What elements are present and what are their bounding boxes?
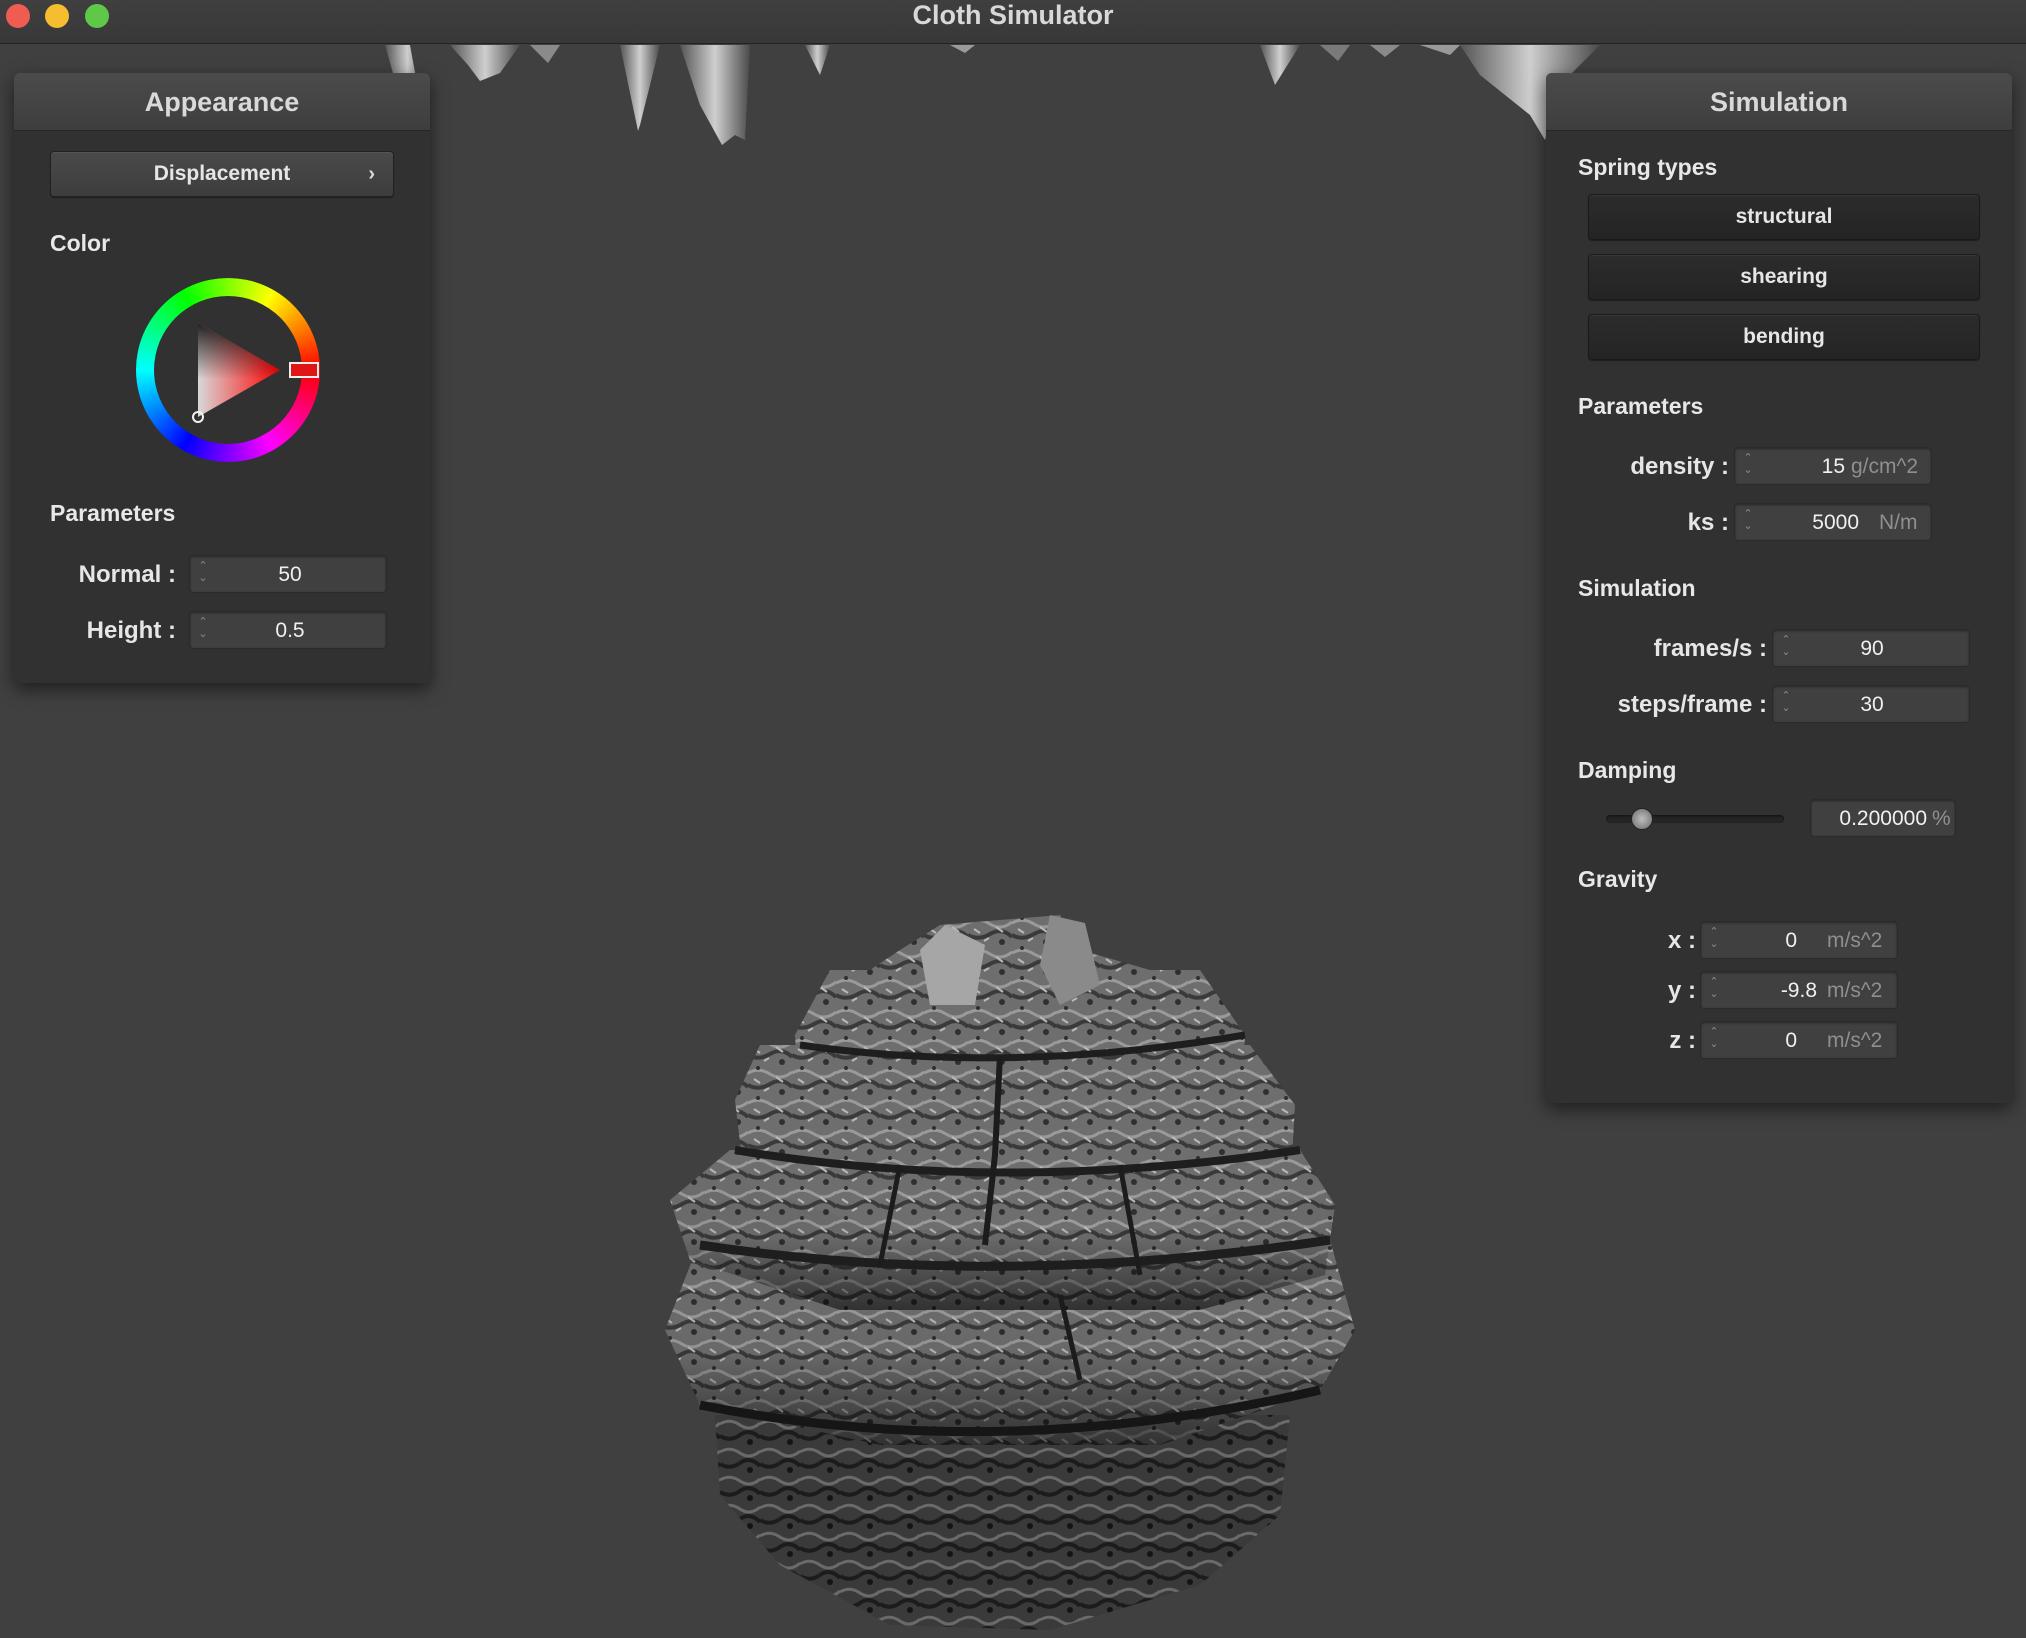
appearance-parameters-label: Parameters [50, 500, 176, 526]
density-input[interactable]: ⌃ ⌄ 15 g/cm^2 [1734, 447, 1932, 485]
spring-types-label: Spring types [1578, 154, 1718, 180]
density-label: density : [1630, 453, 1729, 480]
shearing-spring-toggle[interactable]: shearing [1588, 254, 1980, 300]
fps-label: frames/s : [1653, 635, 1767, 662]
hue-selector-handle[interactable] [289, 362, 319, 378]
title-bar: Cloth Simulator [0, 0, 2026, 44]
window-title: Cloth Simulator [912, 0, 1114, 30]
steps-input[interactable]: ⌃ ⌄ 30 [1772, 685, 1970, 723]
damping-section-label: Damping [1578, 757, 1677, 783]
normal-input[interactable]: ⌃ ⌄ 50 [189, 555, 387, 593]
gravity-x-input[interactable]: ⌃ ⌄ 0 m/s^2 [1700, 921, 1898, 959]
spinner-icon[interactable]: ⌃ ⌄ [1741, 508, 1755, 536]
simulation-panel: Simulation Spring types structural shear… [1546, 73, 2012, 1103]
shader-select-label: Displacement [153, 162, 291, 185]
ks-unit: N/m [1879, 511, 1918, 534]
chevron-right-icon: › [368, 163, 375, 185]
density-value: 15 [1821, 455, 1845, 478]
spinner-icon[interactable]: ⌃ ⌄ [1741, 452, 1755, 480]
gravity-x-unit: m/s^2 [1827, 929, 1883, 952]
height-label: Height : [86, 617, 176, 644]
normal-value: 50 [278, 563, 302, 586]
ks-input[interactable]: ⌃ ⌄ 5000 N/m [1734, 503, 1932, 541]
fps-input[interactable]: ⌃ ⌄ 90 [1772, 629, 1970, 667]
simulation-parameters-label: Parameters [1578, 393, 1704, 419]
fps-value: 90 [1860, 637, 1884, 660]
bending-spring-toggle[interactable]: bending [1588, 314, 1980, 360]
damping-slider-knob[interactable] [1630, 808, 1653, 830]
hanging-cloth-spikes [385, 45, 1600, 185]
ks-value: 5000 [1812, 511, 1859, 534]
gravity-x-value: 0 [1785, 929, 1797, 952]
damping-input[interactable]: 0.200000 % [1810, 799, 1956, 837]
draped-cloth-object [665, 915, 1355, 1630]
spinner-icon[interactable]: ⌃ ⌄ [1707, 976, 1721, 1004]
simulation-panel-title[interactable]: Simulation [1546, 73, 2012, 131]
damping-unit: % [1932, 807, 1951, 830]
color-section-label: Color [50, 230, 111, 256]
gravity-y-input[interactable]: ⌃ ⌄ -9.8 m/s^2 [1700, 971, 1898, 1009]
density-unit: g/cm^2 [1851, 455, 1919, 478]
shader-select-button[interactable]: Displacement › [50, 151, 394, 197]
gravity-x-label: x : [1667, 927, 1696, 954]
ks-label: ks : [1687, 509, 1729, 536]
gravity-z-unit: m/s^2 [1827, 1029, 1883, 1052]
structural-spring-toggle[interactable]: structural [1588, 194, 1980, 240]
appearance-panel-title[interactable]: Appearance [14, 73, 430, 131]
steps-value: 30 [1860, 693, 1884, 716]
simulation-section-label: Simulation [1578, 575, 1696, 601]
normal-label: Normal : [78, 561, 176, 588]
height-value: 0.5 [275, 619, 305, 642]
appearance-panel: Appearance Displacement › Color Paramete… [14, 73, 430, 683]
damping-value: 0.200000 [1839, 807, 1927, 830]
gravity-y-unit: m/s^2 [1827, 979, 1883, 1002]
gravity-y-label: y : [1667, 977, 1696, 1004]
color-wheel[interactable] [136, 278, 320, 462]
gravity-z-value: 0 [1785, 1029, 1797, 1052]
gravity-z-input[interactable]: ⌃ ⌄ 0 m/s^2 [1700, 1021, 1898, 1059]
gravity-z-label: z : [1669, 1027, 1696, 1054]
gravity-section-label: Gravity [1578, 866, 1658, 892]
gravity-y-value: -9.8 [1780, 979, 1817, 1002]
height-input[interactable]: ⌃ ⌄ 0.5 [189, 611, 387, 649]
damping-slider[interactable] [1606, 808, 1784, 830]
steps-label: steps/frame : [1617, 691, 1767, 718]
